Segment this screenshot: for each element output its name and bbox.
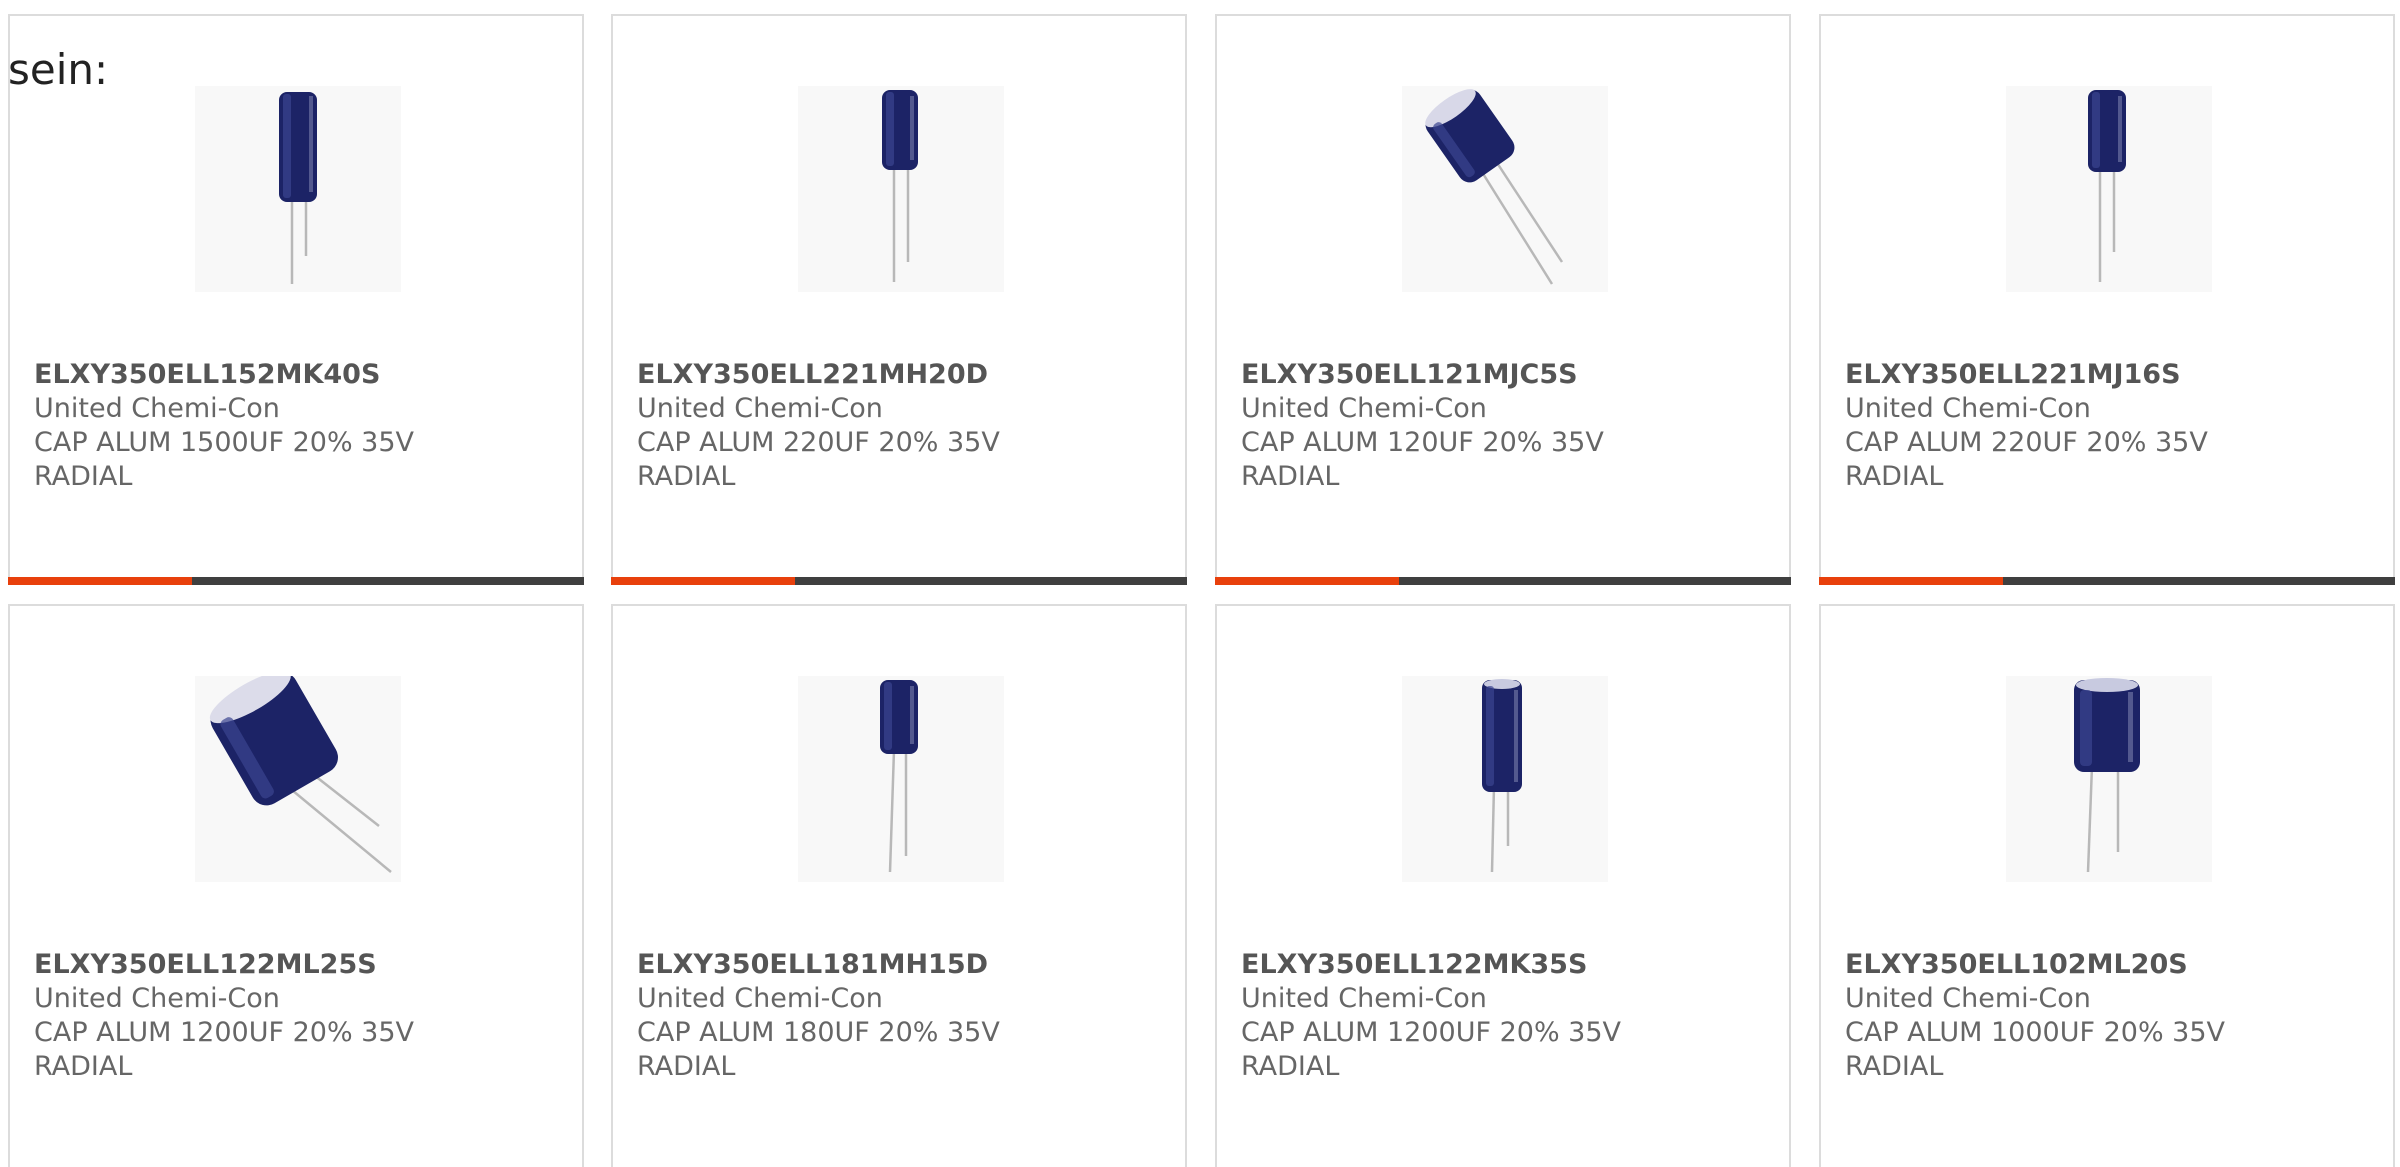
description: CAP ALUM 1200UF 20% 35V (34, 1017, 415, 1048)
card-accent-bar (1819, 577, 2003, 585)
manufacturer: United Chemi-Con (1241, 983, 1487, 1014)
manufacturer: United Chemi-Con (34, 393, 280, 424)
card-accent-bar (8, 577, 192, 585)
product-card[interactable]: ELXY350ELL152MK40S United Chemi-Con CAP … (8, 14, 584, 585)
package-type: RADIAL (1241, 1051, 1340, 1082)
package-type: RADIAL (637, 461, 736, 492)
product-info: ELXY350ELL221MH20D United Chemi-Con CAP … (637, 358, 1175, 494)
radial-capacitor-image[interactable] (1402, 86, 1608, 292)
product-card[interactable]: ELXY350ELL221MH20D United Chemi-Con CAP … (611, 14, 1187, 585)
card-bottom-bar (1819, 577, 2395, 585)
product-info: ELXY350ELL122MK35S United Chemi-Con CAP … (1241, 948, 1779, 1084)
product-card[interactable]: ELXY350ELL121MJC5S United Chemi-Con CAP … (1215, 14, 1791, 585)
manufacturer: United Chemi-Con (34, 983, 280, 1014)
lead-text: sein: (8, 45, 109, 94)
manufacturer: United Chemi-Con (1845, 393, 2091, 424)
description: CAP ALUM 1200UF 20% 35V (1241, 1017, 1622, 1048)
product-info: ELXY350ELL221MJ16S United Chemi-Con CAP … (1845, 358, 2383, 494)
description: CAP ALUM 120UF 20% 35V (1241, 427, 1604, 458)
product-info: ELXY350ELL122ML25S United Chemi-Con CAP … (34, 948, 572, 1084)
part-number[interactable]: ELXY350ELL122MK35S (1241, 948, 1779, 982)
part-number[interactable]: ELXY350ELL121MJC5S (1241, 358, 1779, 392)
part-number[interactable]: ELXY350ELL152MK40S (34, 358, 572, 392)
radial-capacitor-image[interactable] (1402, 676, 1608, 882)
package-type: RADIAL (1845, 1051, 1944, 1082)
radial-capacitor-image[interactable] (2006, 86, 2212, 292)
package-type: RADIAL (34, 1051, 133, 1082)
card-bottom-bar (611, 577, 1187, 585)
product-card[interactable]: ELXY350ELL181MH15D United Chemi-Con CAP … (611, 604, 1187, 1167)
description: CAP ALUM 220UF 20% 35V (637, 427, 1000, 458)
description: CAP ALUM 1500UF 20% 35V (34, 427, 415, 458)
card-bottom-bar (1215, 577, 1791, 585)
package-type: RADIAL (34, 461, 133, 492)
product-info: ELXY350ELL152MK40S United Chemi-Con CAP … (34, 358, 572, 494)
description: CAP ALUM 220UF 20% 35V (1845, 427, 2208, 458)
radial-capacitor-image[interactable] (195, 86, 401, 292)
description: CAP ALUM 180UF 20% 35V (637, 1017, 1000, 1048)
radial-capacitor-image[interactable] (798, 86, 1004, 292)
package-type: RADIAL (1241, 461, 1340, 492)
product-card[interactable]: ELXY350ELL102ML20S United Chemi-Con CAP … (1819, 604, 2395, 1167)
card-accent-bar (1215, 577, 1399, 585)
manufacturer: United Chemi-Con (637, 393, 883, 424)
description: CAP ALUM 1000UF 20% 35V (1845, 1017, 2226, 1048)
radial-capacitor-image[interactable] (798, 676, 1004, 882)
part-number[interactable]: ELXY350ELL221MH20D (637, 358, 1175, 392)
product-info: ELXY350ELL121MJC5S United Chemi-Con CAP … (1241, 358, 1779, 494)
product-info: ELXY350ELL181MH15D United Chemi-Con CAP … (637, 948, 1175, 1084)
package-type: RADIAL (1845, 461, 1944, 492)
radial-capacitor-image[interactable] (2006, 676, 2212, 882)
part-number[interactable]: ELXY350ELL181MH15D (637, 948, 1175, 982)
part-number[interactable]: ELXY350ELL221MJ16S (1845, 358, 2383, 392)
radial-capacitor-image[interactable] (195, 676, 401, 882)
part-number[interactable]: ELXY350ELL102ML20S (1845, 948, 2383, 982)
product-card[interactable]: ELXY350ELL221MJ16S United Chemi-Con CAP … (1819, 14, 2395, 585)
manufacturer: United Chemi-Con (1241, 393, 1487, 424)
manufacturer: United Chemi-Con (1845, 983, 2091, 1014)
product-card[interactable]: ELXY350ELL122ML25S United Chemi-Con CAP … (8, 604, 584, 1167)
card-accent-bar (611, 577, 795, 585)
part-number[interactable]: ELXY350ELL122ML25S (34, 948, 572, 982)
product-grid-page: sein: ELXY350ELL152MK40S United Chemi-Co… (0, 0, 2400, 1167)
card-bottom-bar (8, 577, 584, 585)
manufacturer: United Chemi-Con (637, 983, 883, 1014)
product-card[interactable]: ELXY350ELL122MK35S United Chemi-Con CAP … (1215, 604, 1791, 1167)
package-type: RADIAL (637, 1051, 736, 1082)
product-info: ELXY350ELL102ML20S United Chemi-Con CAP … (1845, 948, 2383, 1084)
